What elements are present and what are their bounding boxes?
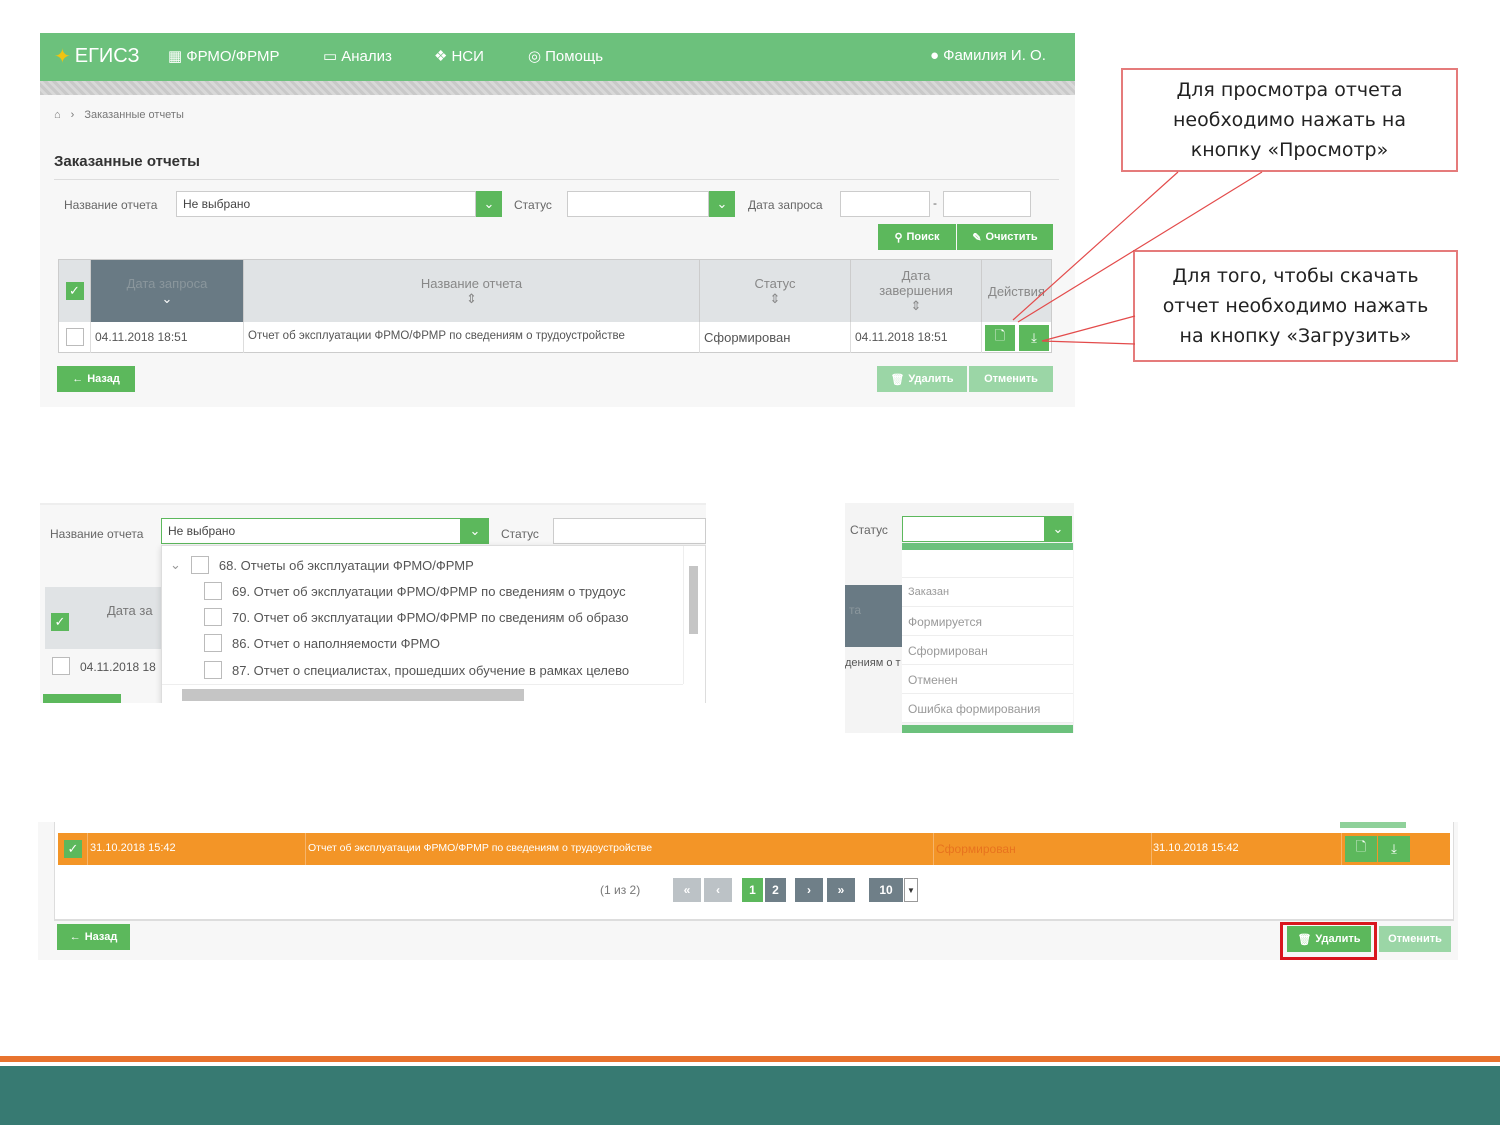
col-divider bbox=[933, 833, 934, 865]
item-checkbox[interactable] bbox=[204, 582, 222, 600]
delete-screen: ✓ 31.10.2018 15:42 Отчет об эксплуатации… bbox=[38, 822, 1458, 960]
cell-report-name: дениям о т bbox=[845, 657, 901, 669]
row-checkbox[interactable]: ✓ bbox=[64, 840, 82, 858]
arrow-left-icon: ← bbox=[69, 931, 81, 943]
double-chevron-left-icon: « bbox=[683, 883, 691, 897]
first-page-button[interactable]: « bbox=[673, 878, 701, 902]
list-item[interactable]: 86. Отчет о наполняемости ФРМО bbox=[204, 634, 440, 652]
cancel-button[interactable]: Отменить bbox=[1379, 926, 1451, 952]
item-checkbox[interactable] bbox=[204, 661, 222, 679]
status-option[interactable]: Ошибка формирования bbox=[902, 694, 1073, 723]
status-option[interactable]: Сформирован bbox=[902, 636, 1073, 665]
status-option[interactable]: Формируется bbox=[902, 607, 1073, 636]
dropdown-bottom-bar bbox=[902, 725, 1073, 733]
report-name-select[interactable]: Не выбрано bbox=[161, 518, 461, 544]
delete-button[interactable]: 🗑 Удалить bbox=[1287, 926, 1371, 952]
status-label: Статус bbox=[850, 523, 888, 537]
chevron-left-icon: ‹ bbox=[716, 883, 720, 897]
view-button[interactable]: 🗋 bbox=[1345, 836, 1377, 862]
chevron-down-icon[interactable]: ⌄ bbox=[1044, 516, 1072, 542]
cell-end-date: 31.10.2018 15:42 bbox=[1153, 842, 1239, 854]
cell-request-date: 31.10.2018 15:42 bbox=[90, 842, 176, 854]
status-label: Статус bbox=[501, 527, 539, 541]
divider bbox=[54, 920, 1454, 921]
status-option[interactable]: Заказан bbox=[902, 578, 1073, 607]
status-search-input[interactable] bbox=[902, 550, 1073, 578]
dropdown-top-bar bbox=[902, 543, 1073, 550]
group-checkbox[interactable] bbox=[190, 556, 209, 574]
cell-request-date: 04.11.2018 18 bbox=[80, 660, 156, 674]
slide-footer bbox=[0, 1066, 1500, 1125]
tree-group[interactable]: ⌄ 68. Отчеты об эксплуатации ФРМО/ФРМР bbox=[170, 556, 474, 574]
prev-row-actions bbox=[1340, 822, 1406, 828]
file-icon: 🗋 bbox=[1355, 839, 1367, 854]
scrollbar-thumb[interactable] bbox=[689, 566, 698, 634]
footer-accent-line bbox=[0, 1056, 1500, 1062]
select-all-checkbox[interactable]: ✓ bbox=[51, 613, 69, 631]
status-select[interactable] bbox=[553, 518, 706, 544]
table-row[interactable]: ✓ 31.10.2018 15:42 Отчет об эксплуатации… bbox=[58, 833, 1450, 865]
list-item[interactable]: 70. Отчет об эксплуатации ФРМО/ФРМР по с… bbox=[204, 608, 628, 626]
chevron-down-icon: ⌄ bbox=[170, 557, 181, 572]
header-select-all: ✓ bbox=[45, 587, 73, 649]
col-request-date: Дата за bbox=[73, 587, 161, 649]
prev-page-button[interactable]: ‹ bbox=[704, 878, 732, 902]
status-dropdown-screen: Статус ⌄ та дениям о т Заказан Формирует… bbox=[845, 503, 1074, 733]
back-button[interactable]: ← Назад bbox=[57, 924, 130, 950]
report-dropdown-screen: Название отчета Не выбрано ⌄ Статус ✓ Да… bbox=[40, 503, 706, 703]
download-icon: ⤓ bbox=[1391, 841, 1397, 856]
report-name-label: Название отчета bbox=[50, 527, 144, 541]
page-size-select[interactable]: 10 bbox=[869, 878, 903, 902]
col-header: та bbox=[845, 585, 902, 647]
trash-icon: 🗑 bbox=[1297, 933, 1312, 946]
col-divider bbox=[305, 833, 306, 865]
page-2-button[interactable]: 2 bbox=[765, 878, 786, 902]
cell-report-name: Отчет об эксплуатации ФРМО/ФРМР по сведе… bbox=[308, 842, 653, 854]
col-divider bbox=[1151, 833, 1152, 865]
cell-status: Сформирован bbox=[936, 842, 1016, 856]
col-divider bbox=[87, 833, 88, 865]
col-divider bbox=[1341, 833, 1342, 865]
next-page-button[interactable]: › bbox=[795, 878, 823, 902]
item-checkbox[interactable] bbox=[204, 608, 222, 626]
chevron-down-icon[interactable]: ⌄ bbox=[461, 518, 489, 544]
download-button[interactable]: ⤓ bbox=[1378, 836, 1410, 862]
status-option[interactable]: Отменен bbox=[902, 665, 1073, 694]
back-button[interactable] bbox=[43, 694, 121, 703]
caret-down-icon[interactable]: ▼ bbox=[904, 878, 918, 902]
double-chevron-right-icon: » bbox=[837, 883, 845, 897]
last-page-button[interactable]: » bbox=[827, 878, 855, 902]
pager-info: (1 из 2) bbox=[600, 883, 641, 897]
list-item[interactable]: 87. Отчет о специалистах, прошедших обуч… bbox=[204, 661, 629, 679]
list-item[interactable]: 69. Отчет об эксплуатации ФРМО/ФРМР по с… bbox=[204, 582, 626, 600]
chevron-right-icon: › bbox=[807, 883, 811, 897]
status-select[interactable] bbox=[902, 516, 1047, 542]
item-checkbox[interactable] bbox=[204, 634, 222, 652]
horizontal-scrollbar[interactable] bbox=[162, 684, 683, 702]
page-1-button[interactable]: 1 bbox=[742, 878, 763, 902]
report-dropdown-list: ⌄ 68. Отчеты об эксплуатации ФРМО/ФРМР 6… bbox=[161, 545, 706, 703]
vertical-scrollbar[interactable] bbox=[683, 546, 701, 684]
row-checkbox[interactable] bbox=[52, 657, 70, 675]
scrollbar-thumb[interactable] bbox=[182, 689, 524, 701]
